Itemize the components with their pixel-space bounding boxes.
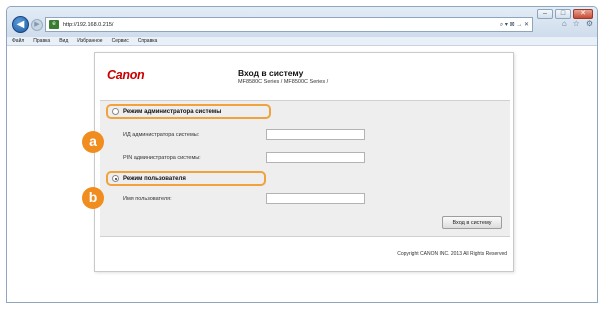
menu-edit[interactable]: Правка: [33, 37, 50, 45]
login-form: Режим администратора системы ИД админист…: [100, 100, 510, 237]
browser-toolbar: ◀ ▶ e http://192.168.0.215/ ⌕ ▾ ⊠ → ✕ ⌂ …: [7, 7, 597, 37]
menu-help[interactable]: Справка: [138, 37, 158, 45]
callout-a: a: [82, 131, 104, 153]
url-text[interactable]: http://192.168.0.215/: [63, 22, 113, 28]
address-bar[interactable]: e http://192.168.0.215/ ⌕ ▾ ⊠ → ✕: [45, 17, 533, 32]
user-mode-radio[interactable]: [112, 175, 119, 182]
address-bar-controls[interactable]: ⌕ ▾ ⊠ → ✕: [500, 21, 529, 29]
minimize-button[interactable]: –: [537, 9, 553, 19]
model-subtitle: MF8580C Series / MF8500C Series /: [238, 79, 329, 85]
admin-id-label: ИД администратора системы:: [123, 132, 200, 138]
menu-tools[interactable]: Сервис: [112, 37, 129, 45]
page-title: Вход в систему: [238, 68, 304, 78]
admin-mode-label: Режим администратора системы: [123, 108, 222, 115]
site-favicon-icon: e: [49, 20, 59, 29]
menu-view[interactable]: Вид: [59, 37, 68, 45]
tools-icon[interactable]: ⚙: [586, 19, 593, 28]
toolbar-icons: ⌂ ☆ ⚙: [562, 19, 593, 28]
user-mode-option[interactable]: Режим пользователя: [112, 175, 186, 182]
window-controls: – □ ✕: [537, 9, 593, 19]
admin-mode-radio[interactable]: [112, 108, 119, 115]
admin-mode-option[interactable]: Режим администратора системы: [112, 108, 221, 115]
callout-b: b: [82, 187, 104, 209]
maximize-button[interactable]: □: [555, 9, 571, 19]
home-icon[interactable]: ⌂: [562, 19, 567, 28]
canon-logo: Canon: [107, 68, 145, 82]
admin-id-input[interactable]: [266, 129, 365, 140]
username-label: Имя пользователя:: [123, 196, 172, 202]
close-button[interactable]: ✕: [573, 9, 593, 19]
favorites-icon[interactable]: ☆: [573, 19, 580, 28]
forward-button[interactable]: ▶: [31, 19, 43, 31]
admin-pin-label: PIN администратора системы:: [123, 155, 201, 161]
copyright-text: Copyright CANON INC. 2013 All Rights Res…: [397, 251, 507, 257]
menu-bar: Файл Правка Вид Избранное Сервис Справка: [7, 37, 597, 46]
menu-file[interactable]: Файл: [12, 37, 24, 45]
username-input[interactable]: [266, 193, 365, 204]
back-button[interactable]: ◀: [12, 16, 29, 33]
menu-favorites[interactable]: Избранное: [77, 37, 102, 45]
user-mode-label: Режим пользователя: [123, 175, 186, 182]
login-panel: Canon Вход в систему MF8580C Series / MF…: [94, 52, 514, 272]
admin-pin-input[interactable]: [266, 152, 365, 163]
login-button[interactable]: Вход в систему: [442, 216, 502, 229]
